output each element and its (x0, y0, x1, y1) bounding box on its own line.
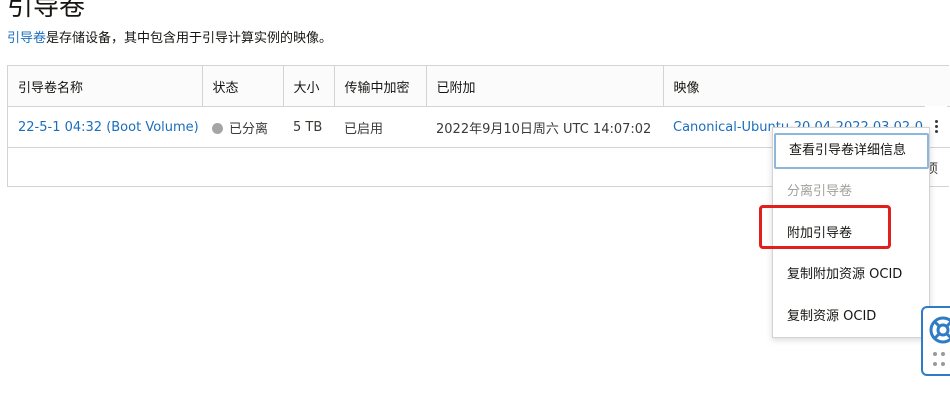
boot-volume-name-link[interactable]: 22-5-1 04:32 (Boot Volume) (8, 106, 202, 148)
menu-item-copy-resource-ocid[interactable]: 复制资源 OCID (773, 299, 929, 335)
drag-handle-icon[interactable] (933, 352, 945, 368)
status-cell: 已分离 (202, 106, 283, 148)
column-header-encryption[interactable]: 传输中加密 (334, 66, 427, 107)
status-dot-icon (212, 122, 223, 134)
menu-item-detach[interactable]: 分离引导卷 (773, 174, 929, 210)
lifebuoy-icon (929, 316, 950, 344)
status-text: 已分离 (229, 121, 269, 137)
row-actions-menu: 查看引导卷详细信息 分离引导卷 附加引导卷 复制附加资源 OCID 复制资源 O… (772, 127, 930, 338)
column-header-status[interactable]: 状态 (202, 66, 284, 107)
column-header-image[interactable]: 映像 (663, 66, 950, 107)
help-widget[interactable] (921, 306, 950, 376)
menu-item-copy-attachment-ocid[interactable]: 复制附加资源 OCID (773, 257, 929, 293)
menu-item-view-details[interactable]: 查看引导卷详细信息 (774, 133, 929, 169)
description-text: 是存储设备，其中包含用于引导计算实例的映像。 (46, 31, 333, 46)
column-header-size[interactable]: 大小 (283, 66, 335, 107)
boot-volume-help-link[interactable]: 引导卷 (7, 31, 46, 46)
page-title: 引导卷 (7, 0, 86, 22)
size-cell: 5 TB (283, 106, 334, 148)
column-header-attached[interactable]: 已附加 (426, 66, 664, 107)
menu-item-attach[interactable]: 附加引导卷 (773, 216, 929, 252)
table-header-row: 引导卷名称 状态 大小 传输中加密 已附加 映像 (8, 66, 950, 107)
attached-cell: 2022年9月10日周六 UTC 14:07:02 (426, 106, 663, 148)
column-header-name[interactable]: 引导卷名称 (8, 66, 203, 107)
encryption-cell: 已启用 (334, 106, 426, 148)
page-description: 引导卷是存储设备，其中包含用于引导计算实例的映像。 (7, 30, 332, 48)
